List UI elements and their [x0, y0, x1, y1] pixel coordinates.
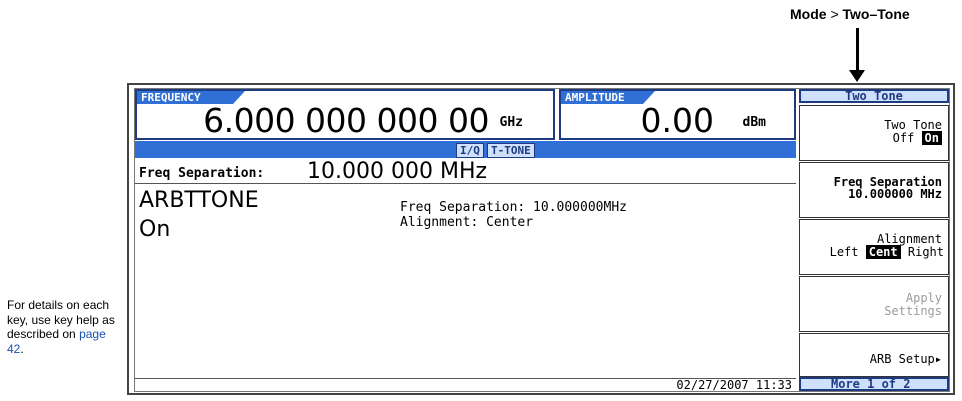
- status-bar: I/Q T-TONE: [135, 141, 796, 158]
- bottom-status-bar: 02/27/2007 11:33: [135, 378, 796, 392]
- down-arrow-icon: [856, 28, 859, 74]
- amplitude-unit: dBm: [742, 115, 766, 130]
- frequency-value: 6.000 000 000 00: [203, 101, 489, 140]
- arb-setup-key[interactable]: ARB Setup▸: [799, 333, 949, 377]
- off-option: Off: [892, 131, 915, 145]
- info-freq-separation: Freq Separation: 10.000000MHz: [400, 200, 627, 215]
- mode-target: Two–Tone: [842, 6, 910, 22]
- arb-state: On: [139, 217, 171, 242]
- iq-indicator: I/Q: [456, 143, 484, 158]
- alignment-label: Alignment: [876, 232, 942, 246]
- alignment-options: Left Cent Right: [802, 245, 944, 259]
- freq-separation-label: Freq Separation:: [139, 166, 265, 181]
- align-left: Left: [829, 245, 859, 259]
- arrow-head-icon: [849, 70, 865, 82]
- datetime: 02/27/2007 11:33: [676, 378, 792, 392]
- more-indicator[interactable]: More 1 of 2: [799, 377, 949, 391]
- two-tone-state: Off On: [893, 131, 942, 145]
- freq-separation-key-value: 10.000000 MHz: [848, 187, 942, 201]
- apply-settings-key[interactable]: Apply Settings: [799, 276, 949, 332]
- apply-label: Apply: [905, 291, 942, 305]
- menu-title: Two Tone: [799, 89, 949, 103]
- mode-path-annotation: Mode > Two–Tone: [790, 6, 910, 22]
- info-area: ARBTTONE On Freq Separation: 10.000000MH…: [135, 184, 796, 374]
- side-note-suffix: .: [20, 341, 24, 356]
- info-alignment: Alignment: Center: [400, 215, 534, 230]
- freq-separation-key[interactable]: Freq Separation 10.000000 MHz: [799, 162, 949, 218]
- mode-label: Mode: [790, 6, 827, 22]
- softkey-panel: Two Tone Two Tone Off On Freq Separation…: [799, 89, 949, 391]
- freq-separation-value: 10.000 000 MHz: [307, 159, 488, 184]
- align-right: Right: [907, 245, 944, 259]
- arb-title: ARBTTONE: [139, 188, 259, 213]
- arb-setup-label: ARB Setup▸: [869, 352, 942, 366]
- side-note: For details on each key, use key help as…: [7, 298, 119, 356]
- align-cent: Cent: [865, 245, 901, 259]
- path-separator: >: [830, 6, 839, 22]
- frequency-display[interactable]: FREQUENCY 6.000 000 000 00 GHz: [135, 89, 555, 140]
- frequency-unit: GHz: [499, 115, 523, 130]
- amplitude-value: 0.00: [640, 101, 714, 140]
- amplitude-display[interactable]: AMPLITUDE 0.00 dBm: [559, 89, 796, 140]
- amplitude-header: AMPLITUDE: [561, 91, 655, 104]
- freq-separation-row: Freq Separation: 10.000 000 MHz: [135, 159, 796, 184]
- instrument-screen: FREQUENCY 6.000 000 000 00 GHz AMPLITUDE…: [127, 83, 955, 395]
- settings-label: Settings: [884, 304, 942, 318]
- alignment-key[interactable]: Alignment Left Cent Right: [799, 219, 949, 275]
- on-option: On: [921, 131, 942, 145]
- two-tone-toggle-key[interactable]: Two Tone Off On: [799, 105, 949, 161]
- ttone-indicator: T-TONE: [487, 143, 535, 158]
- screen-inner: FREQUENCY 6.000 000 000 00 GHz AMPLITUDE…: [134, 88, 950, 392]
- two-tone-label: Two Tone: [884, 118, 942, 132]
